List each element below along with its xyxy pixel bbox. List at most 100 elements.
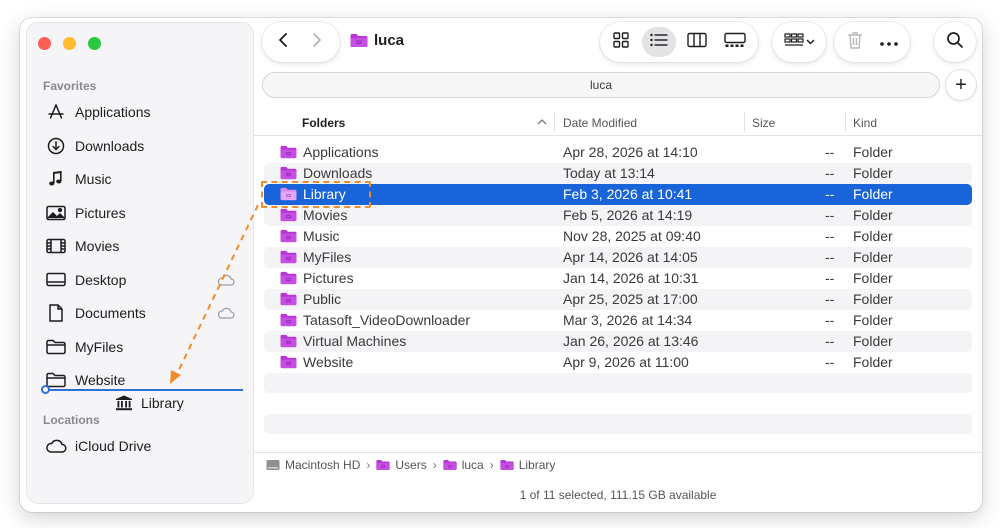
new-tab-button[interactable]: +	[946, 70, 976, 100]
sidebar-item-icloud-drive[interactable]: iCloud Drive	[45, 433, 245, 459]
size-cell: --	[825, 249, 835, 265]
sidebar-item-label: Website	[75, 372, 126, 388]
file-name: Downloads	[303, 165, 373, 181]
sidebar-item-documents[interactable]: Documents	[45, 300, 245, 326]
size-cell: --	[825, 312, 835, 328]
column-divider[interactable]	[554, 112, 555, 132]
folder-icon	[280, 271, 297, 285]
window-title-text: luca	[374, 32, 405, 49]
breadcrumb-item[interactable]: Library	[500, 458, 556, 472]
chevron-down-icon	[806, 39, 815, 45]
drop-indicator-line	[45, 389, 243, 391]
sidebar-item-music[interactable]: Music	[45, 166, 245, 192]
folder-icon	[280, 208, 297, 222]
table-row[interactable]: Tatasoft_VideoDownloader Mar 3, 2026 at 1…	[264, 310, 972, 331]
column-header-kind[interactable]: Kind	[853, 116, 877, 130]
breadcrumb-label: Library	[518, 458, 556, 472]
close-window-button[interactable]	[38, 37, 51, 50]
kind-cell: Folder	[853, 270, 893, 286]
size-cell: --	[825, 165, 835, 181]
size-cell: --	[825, 228, 835, 244]
group-by-button[interactable]	[772, 22, 826, 62]
minimize-window-button[interactable]	[63, 37, 76, 50]
size-cell: --	[825, 186, 835, 202]
file-list: Applications Apr 28, 2026 at 14:10 -- Folde…	[264, 142, 972, 373]
column-header-size[interactable]: Size	[752, 116, 775, 130]
drop-indicator-dot	[41, 385, 50, 394]
table-row[interactable]: Public Apr 25, 2025 at 17:00 -- Folder	[264, 289, 972, 310]
path-tab-bar[interactable]: luca	[262, 72, 940, 98]
empty-row	[264, 414, 972, 434]
sidebar-item-applications[interactable]: Applications	[45, 99, 245, 125]
sidebar-item-myfiles[interactable]: MyFiles	[45, 334, 245, 360]
breadcrumb-item[interactable]: luca	[443, 458, 484, 472]
size-cell: --	[825, 333, 835, 349]
hard-drive-icon	[266, 459, 280, 471]
kind-cell: Folder	[853, 186, 893, 202]
list-icon	[649, 32, 669, 53]
list-view-button[interactable]	[642, 27, 676, 57]
search-icon	[946, 31, 964, 54]
music-note-icon	[45, 169, 67, 189]
file-name: Virtual Machines	[303, 333, 407, 349]
table-row[interactable]: MyFiles Apr 14, 2026 at 14:05 -- Folder	[264, 247, 972, 268]
group-grid-icon	[783, 32, 804, 53]
breadcrumb-label: luca	[461, 458, 484, 472]
path-tab-label: luca	[589, 78, 612, 92]
gallery-view-button[interactable]	[718, 27, 752, 57]
kind-cell: Folder	[853, 291, 893, 307]
folder-icon	[280, 166, 297, 180]
folder-icon	[350, 33, 368, 48]
kind-cell: Folder	[853, 333, 893, 349]
table-row[interactable]: Virtual Machines Jan 26, 2026 at 13:46 -- F…	[264, 331, 972, 352]
table-row[interactable]: Website Apr 9, 2026 at 11:00 -- Folder	[264, 352, 972, 373]
column-divider[interactable]	[845, 112, 846, 132]
sidebar-item-label: iCloud Drive	[75, 438, 152, 454]
folder-icon	[280, 229, 297, 243]
forward-button[interactable]	[300, 27, 334, 57]
breadcrumb-item[interactable]: Users	[376, 458, 427, 472]
navigation-buttons	[262, 22, 340, 62]
breadcrumb-item[interactable]: Macintosh HD	[266, 458, 360, 472]
column-header-folders[interactable]: Folders	[302, 116, 345, 130]
table-row[interactable]: Music Nov 28, 2025 at 09:40 -- Folder	[264, 226, 972, 247]
date-modified-cell: Today at 13:14	[563, 165, 655, 181]
sidebar-item-movies[interactable]: Movies	[45, 233, 245, 259]
sidebar-item-desktop[interactable]: Desktop	[45, 267, 245, 293]
sidebar-item-pictures[interactable]: Pictures	[45, 200, 245, 226]
kind-cell: Folder	[853, 249, 893, 265]
trash-icon	[847, 31, 863, 54]
file-name-cell: Public	[280, 291, 341, 307]
delete-button[interactable]	[838, 27, 872, 57]
sidebar-item-downloads[interactable]: Downloads	[45, 133, 245, 159]
maximize-window-button[interactable]	[88, 37, 101, 50]
sidebar-section-favorites: Favorites	[43, 79, 97, 93]
search-button[interactable]	[934, 22, 976, 62]
column-divider[interactable]	[744, 112, 745, 132]
folder-icon	[280, 292, 297, 306]
file-name-cell: Tatasoft_VideoDownloader	[280, 312, 470, 328]
size-cell: --	[825, 291, 835, 307]
back-button[interactable]	[266, 27, 300, 57]
size-cell: --	[825, 270, 835, 286]
file-name-cell: MyFiles	[280, 249, 351, 265]
more-actions-button[interactable]	[872, 27, 906, 57]
table-row[interactable]: Pictures Jan 14, 2026 at 10:31 -- Folder	[264, 268, 972, 289]
kind-cell: Folder	[853, 165, 893, 181]
date-modified-cell: Apr 25, 2025 at 17:00	[563, 291, 698, 307]
document-icon	[45, 303, 67, 323]
file-name-cell: Website	[280, 354, 353, 370]
path-bar-divider	[254, 452, 982, 453]
breadcrumb: Macintosh HD › Users › luca › Library	[266, 458, 555, 472]
table-row[interactable]: Applications Apr 28, 2026 at 14:10 -- Folde…	[264, 142, 972, 163]
folder-icon	[280, 313, 297, 327]
window-title: luca	[350, 32, 404, 49]
column-header-row: Folders Date Modified Size Kind	[254, 108, 982, 136]
column-view-button[interactable]	[680, 27, 714, 57]
applications-icon	[45, 102, 67, 122]
grid-icon	[612, 31, 630, 54]
column-header-date-modified[interactable]: Date Modified	[563, 116, 637, 130]
date-modified-cell: Nov 28, 2025 at 09:40	[563, 228, 701, 244]
table-row[interactable]: Movies Feb 5, 2026 at 14:19 -- Folder	[264, 205, 972, 226]
icon-view-button[interactable]	[604, 27, 638, 57]
